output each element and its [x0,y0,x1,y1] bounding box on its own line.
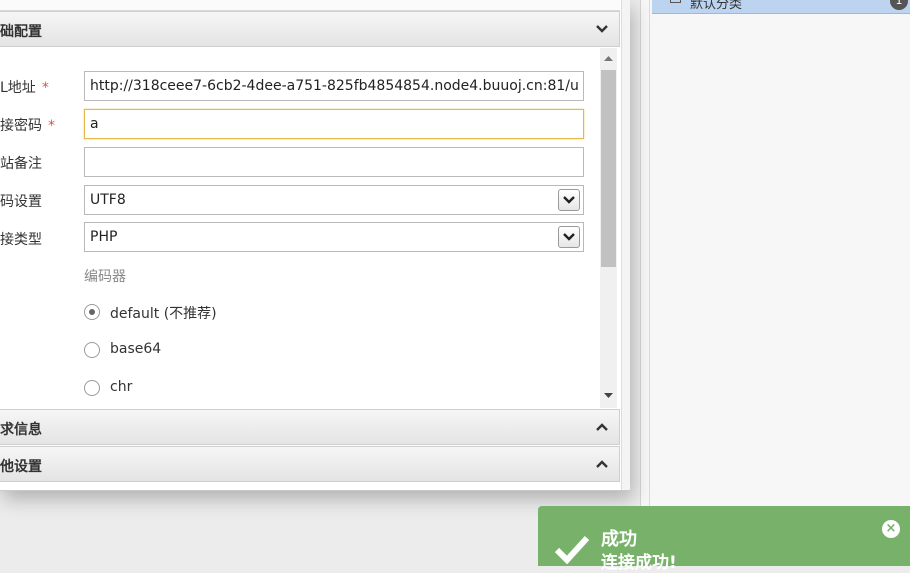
dialog-top-bar [0,0,620,11]
radio-button[interactable] [84,380,100,396]
encoding-label: 码设置 [0,194,42,210]
required-mark: * [41,80,49,96]
section-request-info[interactable]: 求信息 [0,409,620,445]
add-shell-dialog: 础配置 L地址* 接密码* 站备注 码设置 UTF8 接类型 PHP [0,0,630,491]
section-other-settings-title: 他设置 [0,459,42,475]
chevron-up-icon[interactable] [593,455,611,473]
close-icon[interactable]: × [882,520,900,538]
toast-message: 连接成功! [601,553,677,573]
chevron-down-icon[interactable] [593,20,611,38]
right-pane [640,0,910,557]
section-request-info-title: 求信息 [0,422,42,438]
note-input[interactable] [84,147,584,177]
chevron-down-icon[interactable] [558,226,580,248]
success-toast: 成功 连接成功! × [538,506,910,573]
encoding-select[interactable]: UTF8 [84,185,584,215]
section-basic-config-title: 础配置 [0,24,42,40]
checkmark-icon [554,535,590,564]
radio-button[interactable] [84,342,100,358]
section-basic-config[interactable]: 础配置 [0,11,620,47]
category-count-badge: 1 [890,0,908,10]
scrollbar-thumb[interactable] [601,70,616,267]
required-mark: * [48,118,55,134]
url-input[interactable] [84,71,584,101]
form-scrollbar[interactable] [600,48,617,408]
encoder-option-label: default (不推荐) [110,306,217,322]
conn-type-label: 接类型 [0,232,42,248]
password-input[interactable] [84,109,584,139]
pane-divider [649,0,650,557]
category-label: 默认分类 [690,0,743,12]
basic-config-form: L地址* 接密码* 站备注 码设置 UTF8 接类型 PHP 编码器 def [0,47,620,408]
url-label: L地址 * [0,80,49,96]
conn-type-selected-value: PHP [90,229,118,245]
encoder-option-label: base64 [110,341,162,357]
conn-type-select[interactable]: PHP [84,222,584,252]
scroll-up-arrow-icon[interactable] [604,55,613,61]
password-label: 接密码 * [0,118,55,134]
note-label: 站备注 [0,156,42,172]
chevron-up-icon[interactable] [593,418,611,436]
category-item-default[interactable]: 默认分类 1 [652,0,910,14]
encoder-title: 编码器 [84,269,126,285]
section-other-settings[interactable]: 他设置 [0,446,620,482]
encoding-selected-value: UTF8 [90,192,126,208]
radio-button[interactable] [84,304,100,320]
encoder-option-label: chr [110,379,133,395]
radio-selected-dot [89,309,95,315]
folder-icon [670,0,681,3]
dialog-outer-scrollbar[interactable] [621,0,630,490]
chevron-down-icon[interactable] [558,189,580,211]
scroll-down-arrow-icon[interactable] [604,393,613,399]
